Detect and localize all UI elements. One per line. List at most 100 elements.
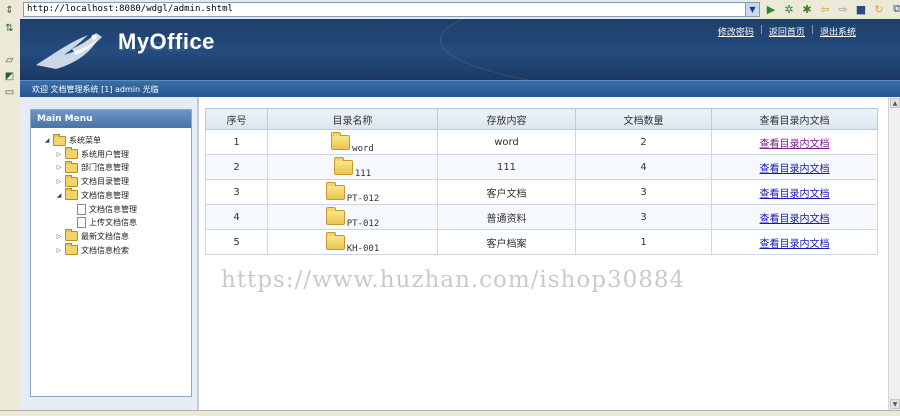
sidebar-item-label: 文档信息管理 <box>89 204 137 214</box>
view-documents-link[interactable]: 查看目录内文档 <box>760 139 830 150</box>
stored-content: word <box>437 129 576 155</box>
sidebar-tree-item[interactable]: 文档信息管理 <box>67 203 137 216</box>
sidebar-tree-item[interactable]: ▷ 系统用户管理 <box>55 147 129 161</box>
sidebar-tree-item[interactable]: ▷ 文档目录管理 <box>55 174 129 188</box>
go-icon[interactable]: ▶ <box>765 3 777 16</box>
view-documents-link[interactable]: 查看目录内文档 <box>760 214 830 225</box>
status-bar <box>0 410 900 416</box>
directory-name: PT-012 <box>346 218 380 229</box>
welcome-bar: 欢迎 文档管理系统 [1] admin 光临 <box>20 80 900 98</box>
star-icon[interactable]: ✱ <box>801 3 813 16</box>
row-number: 2 <box>205 154 268 180</box>
expand-icon[interactable]: ▷ <box>55 233 63 240</box>
app-header: MyOffice MyOffice 修改密码 | 返回首页 | 退出系统 <box>20 19 900 80</box>
gear-icon[interactable]: ✲ <box>783 3 795 16</box>
folder-icon <box>65 174 78 187</box>
chevron-down-icon[interactable]: ▼ <box>745 2 760 17</box>
sidebar-item-label: 系统菜单 <box>69 136 101 145</box>
stop-icon[interactable]: ■ <box>855 3 867 16</box>
row-number: 3 <box>205 179 268 205</box>
view-documents-link[interactable]: 查看目录内文档 <box>760 164 830 175</box>
external-icon[interactable]: ⧉ <box>891 2 900 16</box>
table-row: 3 PT-012 客户文档 3 查看目录内文档 <box>205 179 878 205</box>
directory-name-cell[interactable]: word <box>267 129 438 155</box>
sidebar-tree-item[interactable]: 上传文档信息 <box>67 216 137 229</box>
view-documents-link[interactable]: 查看目录内文档 <box>760 189 830 200</box>
browser-tools: ▶ ✲ ✱ ⇦ ⇨ ■ ↻ ⧉ <box>765 1 900 17</box>
table-row: 2 111 111 4 查看目录内文档 <box>205 154 878 180</box>
folder-icon <box>65 229 78 242</box>
folder-icon <box>331 131 351 150</box>
document-icon <box>77 203 86 215</box>
welcome-text: 欢迎 文档管理系统 [1] admin 光临 <box>32 85 159 94</box>
change-password-link[interactable]: 修改密码 <box>712 25 760 38</box>
expand-icon[interactable]: ▷ <box>55 178 63 185</box>
directory-name: KH-001 <box>346 243 380 254</box>
directory-name-cell[interactable]: PT-012 <box>267 204 438 230</box>
directory-table: 序号 目录名称 存放内容 文档数量 查看目录内文档 1 word word 2 查看目录… <box>205 108 878 255</box>
app-logo-reflection: MyOffice <box>118 39 211 53</box>
document-icon <box>77 217 86 229</box>
folder-icon <box>53 133 66 146</box>
row-number: 5 <box>205 229 268 255</box>
sidebar-tree-item[interactable]: ▷ 部门信息管理 <box>55 160 129 174</box>
folder-icon <box>325 206 345 225</box>
folder-icon <box>65 160 78 173</box>
sidebar-item-label: 文档信息管理 <box>81 190 129 200</box>
vertical-scrollbar[interactable]: ▲ ▼ <box>888 97 900 410</box>
directory-name-cell[interactable]: PT-012 <box>267 179 438 205</box>
collapse-icon[interactable]: ◢ <box>43 137 51 144</box>
folder-icon <box>65 243 78 256</box>
table-row: 5 KH-001 客户档案 1 查看目录内文档 <box>205 229 878 255</box>
logout-link[interactable]: 退出系统 <box>814 25 862 38</box>
address-bar: http://localhost:8080/wdgl/admin.shtml ▼… <box>20 0 900 20</box>
scroll-down-icon[interactable]: ▼ <box>890 399 900 409</box>
folder-icon <box>65 147 78 160</box>
directory-name-cell[interactable]: KH-001 <box>267 229 438 255</box>
table-header-row: 序号 目录名称 存放内容 文档数量 查看目录内文档 <box>205 108 878 130</box>
column-header: 目录名称 <box>267 108 438 130</box>
expand-icon[interactable]: ▷ <box>55 247 63 254</box>
menu-title: Main Menu <box>31 110 191 128</box>
table-row: 1 word word 2 查看目录内文档 <box>205 129 878 155</box>
folder-icon <box>325 181 345 200</box>
toolbar-icon[interactable]: ◩ <box>3 70 16 83</box>
expand-icon[interactable]: ▷ <box>55 151 63 158</box>
forward-icon[interactable]: ⇨ <box>837 3 849 16</box>
stored-content: 客户文档 <box>437 179 576 205</box>
scroll-up-icon[interactable]: ▲ <box>890 98 900 108</box>
refresh-icon[interactable]: ↻ <box>873 3 885 16</box>
directory-name-cell[interactable]: 111 <box>267 154 438 180</box>
toolbar-icon[interactable]: ▱ <box>3 54 16 67</box>
back-icon[interactable]: ⇦ <box>819 3 831 16</box>
toolbar-icon[interactable]: ⇅ <box>3 22 16 35</box>
sidebar-tree-item[interactable]: ▷ 文档信息检索 <box>55 243 129 257</box>
document-count: 3 <box>575 204 712 230</box>
bird-logo-icon <box>36 33 102 69</box>
view-cell: 查看目录内文档 <box>711 204 878 230</box>
url-input[interactable]: http://localhost:8080/wdgl/admin.shtml <box>23 2 748 17</box>
view-cell: 查看目录内文档 <box>711 129 878 155</box>
toolbar-icon[interactable]: ▭ <box>3 86 16 99</box>
stored-content: 普通资料 <box>437 204 576 230</box>
view-documents-link[interactable]: 查看目录内文档 <box>760 239 830 250</box>
sidebar-tree-item[interactable]: ▷ 最新文档信息 <box>55 229 129 243</box>
document-count: 2 <box>575 129 712 155</box>
sidebar-tree-item[interactable]: ◢ 系统菜单 <box>43 133 101 147</box>
document-count: 1 <box>575 229 712 255</box>
column-header: 序号 <box>205 108 268 130</box>
home-link[interactable]: 返回首页 <box>763 25 811 38</box>
sidebar-item-label: 文档目录管理 <box>81 177 129 187</box>
sidebar-tree-item[interactable]: ◢ 文档信息管理 <box>55 188 129 202</box>
stored-content: 客户档案 <box>437 229 576 255</box>
folder-icon <box>325 231 345 250</box>
column-header: 存放内容 <box>437 108 576 130</box>
sidebar-item-label: 最新文档信息 <box>81 231 129 241</box>
folder-icon <box>333 156 353 175</box>
collapse-icon[interactable]: ◢ <box>55 192 63 199</box>
directory-name: PT-012 <box>346 193 380 204</box>
toolbar-icon[interactable]: ⇕ <box>3 4 16 17</box>
main-content: 序号 目录名称 存放内容 文档数量 查看目录内文档 1 word word 2 查看目录… <box>198 97 889 410</box>
expand-icon[interactable]: ▷ <box>55 164 63 171</box>
directory-name: word <box>352 143 374 154</box>
